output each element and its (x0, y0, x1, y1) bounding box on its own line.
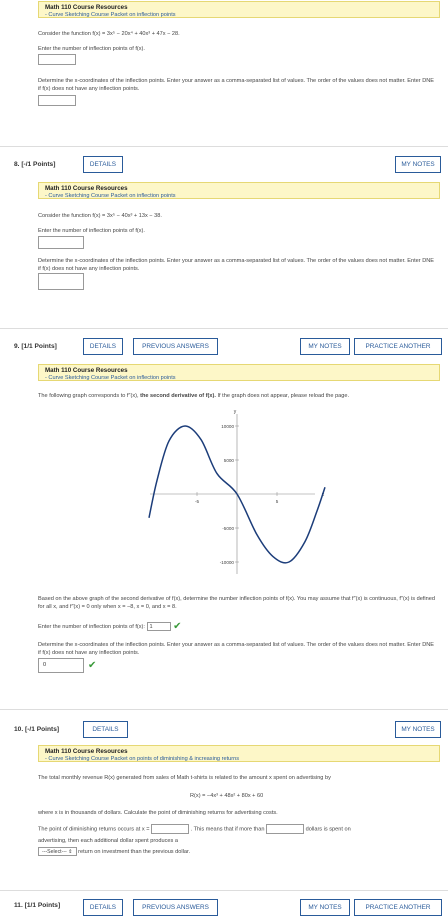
advertising-text: advertising, then each additional dollar… (38, 838, 178, 844)
resources-title: Math 110 Course Resources (45, 367, 128, 374)
dollars-label: dollars is spent on (305, 826, 351, 833)
tick-label: 5 (276, 499, 279, 504)
second-derivative-graph: y x 10000 5000 -5000 -10000 -5 5 (148, 409, 326, 574)
instruction-text: Determine the x-coordinates of the infle… (38, 642, 435, 656)
instruction-text: Determine the x-coordinates of the infle… (38, 78, 435, 92)
divider (0, 328, 448, 329)
return-label: return on investment than the previous d… (78, 848, 191, 855)
problem-text: Based on the above graph of the second d… (38, 596, 435, 610)
intro-text-2: If the graph does not appear, please rel… (215, 393, 350, 399)
resources-link[interactable]: - Curve Sketching Course Packet on infle… (45, 193, 433, 200)
question-number: 9. [1/1 Points] (14, 343, 57, 350)
problem-text: where x is in thousands of dollars. Calc… (38, 810, 278, 816)
divider (0, 890, 448, 891)
practice-another-button[interactable]: PRACTICE ANOTHER (354, 899, 442, 916)
question-number: 10. [-/1 Points] (14, 726, 60, 733)
enter-number-label: Enter the number of inflection points of… (38, 624, 145, 630)
problem-statement: The total monthly revenue R(x) generated… (38, 775, 331, 781)
details-button[interactable]: DETAILS (83, 721, 128, 738)
my-notes-button[interactable]: MY NOTES (300, 338, 350, 355)
problem-statement: The following graph corresponds to f″(x)… (38, 393, 443, 401)
instruction-text: Enter the number of inflection points of… (38, 619, 182, 633)
problem-statement: Consider the function f(x) = 3x⁵ − 20x⁴ … (38, 31, 180, 37)
divider (0, 146, 448, 147)
tick-label: -5000 (222, 526, 234, 531)
course-resources-box: Math 110 Course Resources - Curve Sketch… (38, 364, 440, 381)
y-ticks: 10000 5000 -5000 -10000 (220, 424, 239, 565)
tick-label: 5000 (224, 458, 235, 463)
tick-label: -5 (195, 499, 200, 504)
intro-text: The following graph corresponds to f″(x)… (38, 393, 141, 399)
course-resources-box: Math 110 Course Resources - Curve Sketch… (38, 1, 440, 18)
answer-input[interactable]: 0 (38, 658, 84, 673)
select-dropdown[interactable]: ---Select--- ⇕ (38, 847, 77, 856)
instruction-text: Determine the x-coordinates of the infle… (38, 258, 435, 272)
return-line: ---Select--- ⇕ return on investment than… (38, 847, 190, 857)
resources-title: Math 110 Course Resources (45, 4, 128, 11)
tick-label: -10000 (220, 560, 235, 565)
my-notes-button[interactable]: MY NOTES (300, 899, 350, 916)
means-label: . This means that if more than (190, 826, 265, 833)
course-resources-box: Math 110 Course Resources - Curve Sketch… (38, 182, 440, 199)
correct-check-icon: ✔ (173, 621, 182, 632)
answer-input[interactable]: 1 (146, 622, 171, 632)
answer-input[interactable] (38, 54, 76, 65)
dollars-input[interactable] (266, 824, 305, 834)
resources-title: Math 110 Course Resources (45, 185, 128, 192)
tick-label: 10000 (221, 424, 234, 429)
point-input[interactable] (151, 824, 190, 834)
correct-check-icon: ✔ (88, 660, 97, 671)
answer-input[interactable] (38, 273, 84, 290)
resources-title: Math 110 Course Resources (45, 748, 128, 755)
details-button[interactable]: DETAILS (83, 156, 123, 173)
question-number: 11. [1/1 Points] (14, 902, 61, 909)
point-label: The point of diminishing returns occurs … (38, 826, 150, 833)
practice-another-button[interactable]: PRACTICE ANOTHER (354, 338, 442, 355)
resources-link[interactable]: - Curve Sketching Course Packet on infle… (45, 12, 433, 19)
details-button[interactable]: DETAILS (83, 899, 123, 916)
resources-link[interactable]: - Curve Sketching Course Packet on point… (45, 756, 433, 763)
previous-answers-button[interactable]: PREVIOUS ANSWERS (133, 899, 218, 916)
y-axis-label: y (234, 409, 237, 415)
instruction-text: Enter the number of inflection points of… (38, 228, 145, 234)
answer-input[interactable] (38, 95, 76, 106)
details-button[interactable]: DETAILS (83, 338, 123, 355)
problem-statement: Consider the function f(x) = 3x⁵ − 40x³ … (38, 213, 162, 219)
my-notes-button[interactable]: MY NOTES (395, 721, 441, 738)
my-notes-button[interactable]: MY NOTES (395, 156, 441, 173)
resources-link[interactable]: - Curve Sketching Course Packet on infle… (45, 375, 433, 382)
question-number: 8. [-/1 Points] (14, 161, 56, 168)
intro-bold: the second derivative of f(x). (140, 393, 216, 399)
diminishing-returns-line: The point of diminishing returns occurs … (38, 824, 443, 834)
instruction-text: Enter the number of inflection points of… (38, 46, 145, 52)
answer-input[interactable] (38, 236, 84, 249)
course-resources-box: Math 110 Course Resources - Curve Sketch… (38, 745, 440, 762)
revenue-formula: R(x) = −4x³ + 48x² + 80x + 60 (190, 793, 264, 799)
previous-answers-button[interactable]: PREVIOUS ANSWERS (133, 338, 218, 355)
divider (0, 709, 448, 710)
